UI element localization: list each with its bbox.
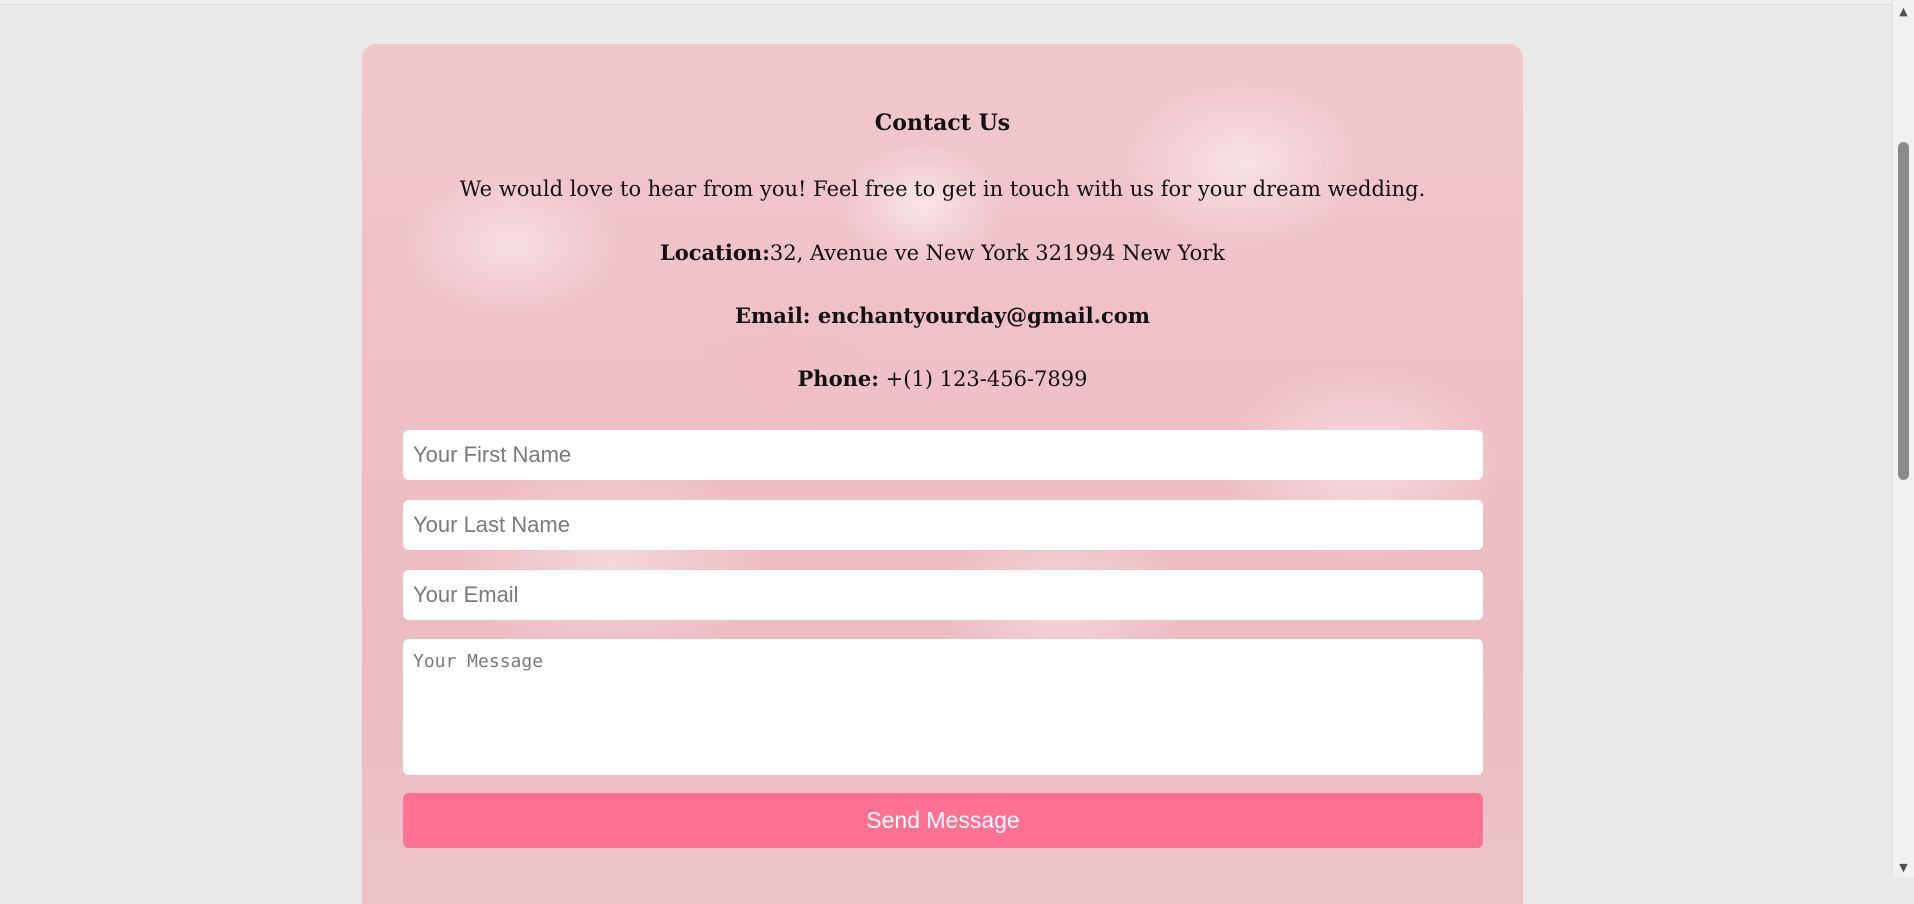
arrow-up-icon[interactable]: ▲ [1896,4,1911,19]
first-name-field[interactable] [403,430,1483,480]
phone-value: +(1) 123-456-7899 [885,367,1088,391]
arrow-down-icon[interactable]: ▼ [1896,860,1911,875]
contact-title: Contact Us [874,110,1011,136]
contact-intro-text: We would love to hear from you! Feel fre… [459,177,1426,201]
email-field[interactable] [403,570,1483,620]
location-label: Location: [660,240,770,265]
message-field[interactable] [403,639,1483,775]
email-label: Email: [735,303,811,328]
contact-card: Contact Us We would love to hear from yo… [362,44,1523,904]
phone-line: Phone: +(1) 123-456-7899 [362,366,1523,391]
location-line: Location:32, Avenue ve New York 321994 N… [362,240,1523,265]
page-viewport: Contact Us We would love to hear from yo… [0,5,1893,904]
location-value: 32, Avenue ve New York 321994 New York [769,241,1225,265]
email-value: enchantyourday@gmail.com [817,303,1150,328]
phone-label: Phone: [797,366,879,391]
last-name-field[interactable] [403,500,1483,550]
scrollbar-thumb[interactable] [1898,142,1909,480]
send-message-button[interactable]: Send Message [403,793,1483,848]
vertical-scrollbar[interactable]: ▲ ▼ [1892,0,1914,877]
email-line: Email: enchantyourday@gmail.com [362,303,1523,328]
